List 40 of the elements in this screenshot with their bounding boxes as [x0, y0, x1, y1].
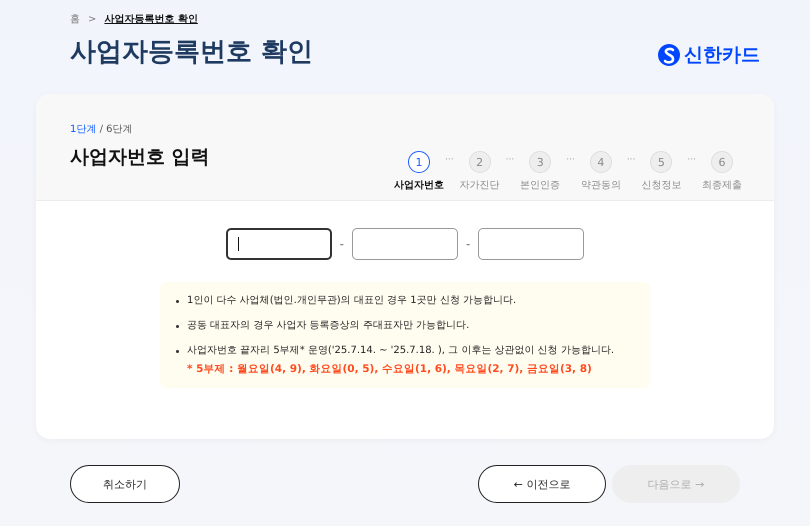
breadcrumb-home[interactable]: 홈: [70, 12, 80, 26]
step-label: 본인인증: [520, 179, 560, 192]
field-separator: -: [340, 237, 344, 251]
step-number: 1: [408, 151, 430, 173]
notice-note: * 5부제 : 월요일(4, 9), 화요일(0, 5), 수요일(1, 6), 목요일(2, 7), 금요일(3, 8): [187, 362, 593, 376]
step-label: 사업자번호: [394, 179, 444, 192]
bullet-icon: [176, 350, 179, 353]
section-title: 사업자번호 입력: [70, 145, 210, 170]
step-label: 약관동의: [580, 179, 621, 192]
input-field[interactable]: [352, 228, 458, 260]
bullet-icon: [176, 325, 179, 328]
notice-text: 사업자번호 끝자리 5부제* 운영('25.7.14. ~ '25.7.18. ), 그 이후는 상관없이 신청 가능합니다.: [187, 344, 614, 358]
step-label: 자가진단: [460, 179, 500, 192]
page-title: 사업자등록번호 확인: [70, 36, 314, 68]
step-number: 3: [529, 151, 552, 173]
current-step: 1단계: [70, 124, 96, 135]
step-number: 4: [590, 151, 612, 173]
step-label: 신청정보: [641, 179, 682, 192]
notice-text: 공동 대표자의 경우 사업자 등록증상의 주대표자만 가능합니다.: [187, 319, 470, 333]
input-field[interactable]: [226, 228, 332, 260]
step-number: 6: [711, 151, 733, 173]
step-connector: ···: [566, 155, 575, 165]
logo-text: 신한카드: [684, 43, 760, 68]
step-number: 5: [650, 151, 672, 173]
step-connector: ···: [626, 155, 636, 165]
notice-text: 1인이 다수 사업체(법인.개인무관)의 대표인 경우 1곳만 신청 가능합니다.: [187, 294, 516, 308]
input-field[interactable]: [478, 228, 584, 260]
total-steps: / 6단계: [100, 124, 132, 135]
previous-button[interactable]: ← 이전으로: [478, 465, 606, 503]
logo-icon: [658, 44, 680, 66]
step-number: 2: [468, 151, 491, 173]
field-separator: -: [466, 237, 470, 251]
step-connector: ···: [687, 155, 696, 165]
bullet-icon: [176, 300, 179, 303]
step-connector: ···: [445, 155, 454, 165]
breadcrumb-current[interactable]: 사업자등록번호 확인: [104, 12, 198, 26]
step-label: 최종제출: [702, 179, 742, 192]
breadcrumb-separator: >: [88, 14, 96, 24]
step-connector: ···: [506, 155, 514, 165]
cancel-button[interactable]: 취소하기: [70, 465, 180, 503]
